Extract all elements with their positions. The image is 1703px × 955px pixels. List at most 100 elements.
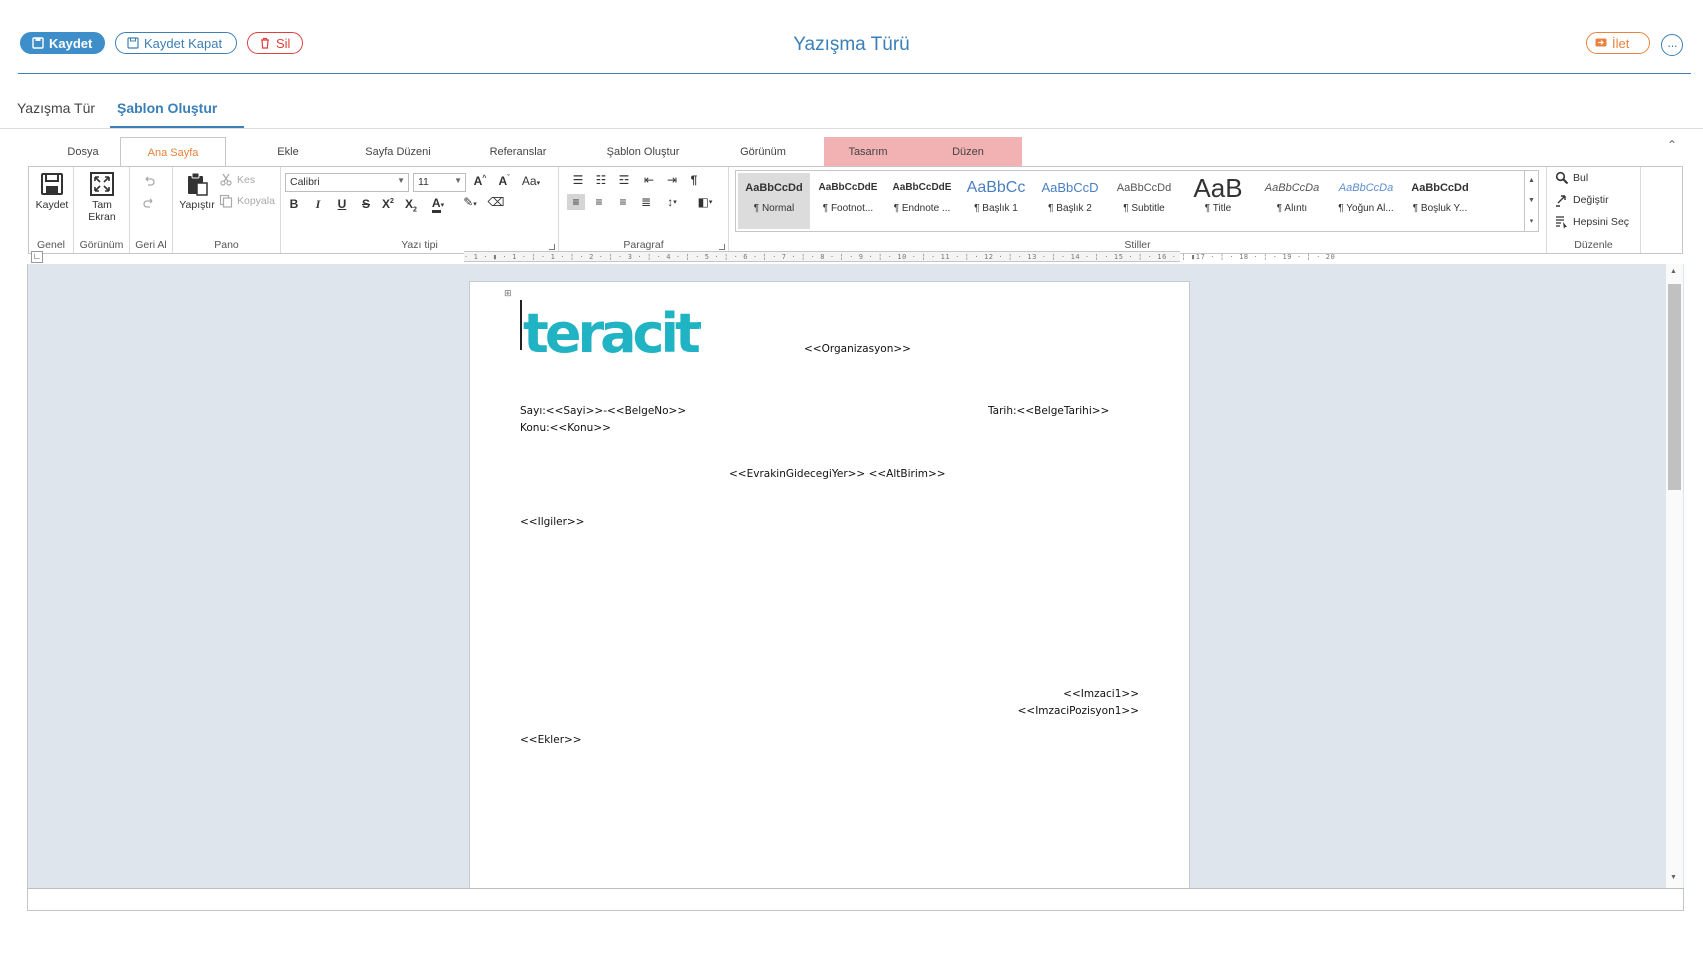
font-family-select[interactable]: Calibri ▼ [285,173,409,192]
logo-text: teracity [523,304,701,360]
tab-stop-selector[interactable]: ∟ [31,251,43,263]
ribbon-tab-sayfa-duzeni[interactable]: Sayfa Düzeni [348,137,448,167]
scrollbar-thumb[interactable] [1668,284,1681,490]
undo-button[interactable] [142,175,156,189]
vertical-scrollbar[interactable]: ▲ ▼ [1666,264,1683,888]
tab-sablon-olustur[interactable]: Şablon Oluştur [117,100,217,116]
numbered-list-icon[interactable]: ☷ [592,172,610,188]
save-label: Kaydet [35,199,69,211]
style-sample: AaBbCcDa [1338,182,1394,194]
style-name: ¶ Normal [753,203,795,214]
style-sample: AaBbCcDd [1116,182,1172,194]
line-spacing-icon[interactable]: ↕ ▾ [659,194,685,210]
copy-button[interactable]: Kopyala [219,194,275,208]
forward-button[interactable]: İlet [1586,32,1650,54]
ribbon-tab-ana-sayfa[interactable]: Ana Sayfa [120,137,226,168]
align-center-icon[interactable]: ≡ [590,194,608,210]
font-family-value: Calibri [290,176,320,188]
bold-icon[interactable]: B [285,197,303,211]
style-name: ¶ Alıntı [1276,203,1308,214]
style-name: ¶ Başlık 2 [1048,203,1092,214]
group-label-duzenle: Düzenle [1574,239,1613,251]
chevron-up-icon[interactable]: ▲ [1670,268,1677,275]
ribbon-tab-ekle[interactable]: Ekle [253,137,323,167]
subscript-icon[interactable]: X2 [402,197,420,213]
ribbon-save-button[interactable]: Kaydet [33,171,71,211]
style-intense-quote[interactable]: AaBbCcDa ¶ Yoğun Al... [1330,173,1402,229]
horizontal-ruler[interactable]: · 1 · ▮ · 1 · ¦ · 1 · ¦ · 2 · ¦ · 3 · ¦ … [464,251,1335,262]
tab-yazisma-tur[interactable]: Yazışma Tür [17,100,95,116]
style-sample: AaBbCcDd [1411,182,1469,194]
style-heading-1[interactable]: AaBbCc ¶ Başlık 1 [960,173,1032,229]
style-footnote[interactable]: AaBbCcDdE ¶ Footnot... [812,173,884,229]
select-all-button[interactable]: Hepsini Seç [1555,215,1629,229]
style-sample: AaBbCc [966,179,1026,196]
find-label: Bul [1573,172,1589,184]
shrink-font-icon[interactable]: Aˇ [495,174,513,188]
ribbon: Kaydet Genel Tam Ekran Görünüm Geri Al Y… [28,166,1683,254]
gallery-scroll[interactable]: ▲ ▼ ▾ [1524,171,1538,231]
justify-icon[interactable]: ≣ [637,194,655,210]
superscript-icon[interactable]: X2 [379,197,397,211]
paste-label: Yapıştır [179,199,215,211]
forward-button-label: İlet [1612,35,1630,51]
pilcrow-icon[interactable]: ¶ [685,172,703,188]
bullet-list-icon[interactable]: ☰ [569,172,587,188]
paste-button[interactable]: Yapıştır [175,171,219,211]
ribbon-tab-duzen[interactable]: Düzen [928,137,1008,167]
strikethrough-icon[interactable]: S [357,197,375,211]
document-page[interactable]: ⊞ teracity <<Organizasyon>> Sayı:<<Sayi>… [469,281,1190,889]
style-title[interactable]: AaB ¶ Title [1182,173,1254,229]
ribbon-tab-dosya[interactable]: Dosya [48,137,118,167]
chevron-down-icon: ▼ [454,176,462,185]
multilevel-list-icon[interactable]: ☲ [615,172,633,188]
style-subtitle[interactable]: AaBbCcDd ¶ Subtitle [1108,173,1180,229]
font-color-icon[interactable]: A▾ [425,196,451,213]
ribbon-tab-gorunum[interactable]: Görünüm [723,137,803,167]
font-dialog-launcher-icon[interactable] [549,244,555,250]
grow-font-icon[interactable]: A^ [471,174,489,188]
select-all-label: Hepsini Seç [1573,216,1630,228]
paragraph-dialog-launcher-icon[interactable] [719,244,725,250]
style-heading-2[interactable]: AaBbCcD ¶ Başlık 2 [1034,173,1106,229]
page-title: Yazışma Türü [793,34,910,55]
font-size-select[interactable]: 11 ▼ [413,173,466,192]
align-left-icon[interactable]: ≡ [567,194,585,210]
scissors-icon [220,173,232,186]
fullscreen-label-1: Tam [92,199,112,211]
ribbon-tab-sablon-olustur[interactable]: Şablon Oluştur [578,137,708,167]
align-right-icon[interactable]: ≡ [614,194,632,210]
underline-icon[interactable]: U [333,197,351,211]
style-normal[interactable]: AaBbCcDd ¶ Normal [738,173,810,229]
cut-button[interactable]: Kes [219,173,255,187]
change-case-icon[interactable]: Aa▾ [517,174,545,188]
expand-gallery-icon[interactable]: ▾ [1530,217,1534,225]
style-endnote[interactable]: AaBbCcDdE ¶ Endnote ... [886,173,958,229]
more-options-button[interactable]: ··· [1661,34,1683,56]
undo-icon [145,176,155,186]
italic-icon[interactable]: I [309,197,327,212]
placeholder-imzaci-pozisyon: <<ImzaciPozisyon1>> [1017,705,1139,717]
style-no-spacing[interactable]: AaBbCcDd ¶ Boşluk Y... [1404,173,1476,229]
find-button[interactable]: Bul [1555,171,1588,185]
chevron-down-icon[interactable]: ▼ [1670,874,1677,881]
ribbon-tab-tasarim[interactable]: Tasarım [828,137,908,167]
shading-icon[interactable]: ◧ ▾ [692,194,718,210]
clear-format-icon[interactable]: ⌫ [487,195,505,209]
chevron-down-icon[interactable]: ▼ [1528,197,1535,204]
style-quote[interactable]: AaBbCcDa ¶ Alıntı [1256,173,1328,229]
placeholder-ekler: <<Ekler>> [520,734,582,746]
chevron-up-icon[interactable]: ▲ [1528,177,1535,184]
ribbon-tab-referanslar[interactable]: Referanslar [468,137,568,167]
highlight-icon[interactable]: ✎▾ [457,195,483,209]
style-sample: AaBbCcDa [1264,182,1320,194]
fullscreen-button[interactable]: Tam Ekran [80,171,124,223]
increase-indent-icon[interactable]: ⇥ [663,172,681,188]
decrease-indent-icon[interactable]: ⇤ [640,172,658,188]
table-move-handle-icon[interactable]: ⊞ [504,289,512,299]
style-name: ¶ Endnote ... [893,203,951,214]
placeholder-tarih: Tarih:<<BelgeTarihi>> [988,405,1110,417]
style-sample: AaBbCcD [1041,180,1099,195]
replace-button[interactable]: Değiştir [1555,193,1609,207]
redo-button[interactable] [142,197,156,211]
